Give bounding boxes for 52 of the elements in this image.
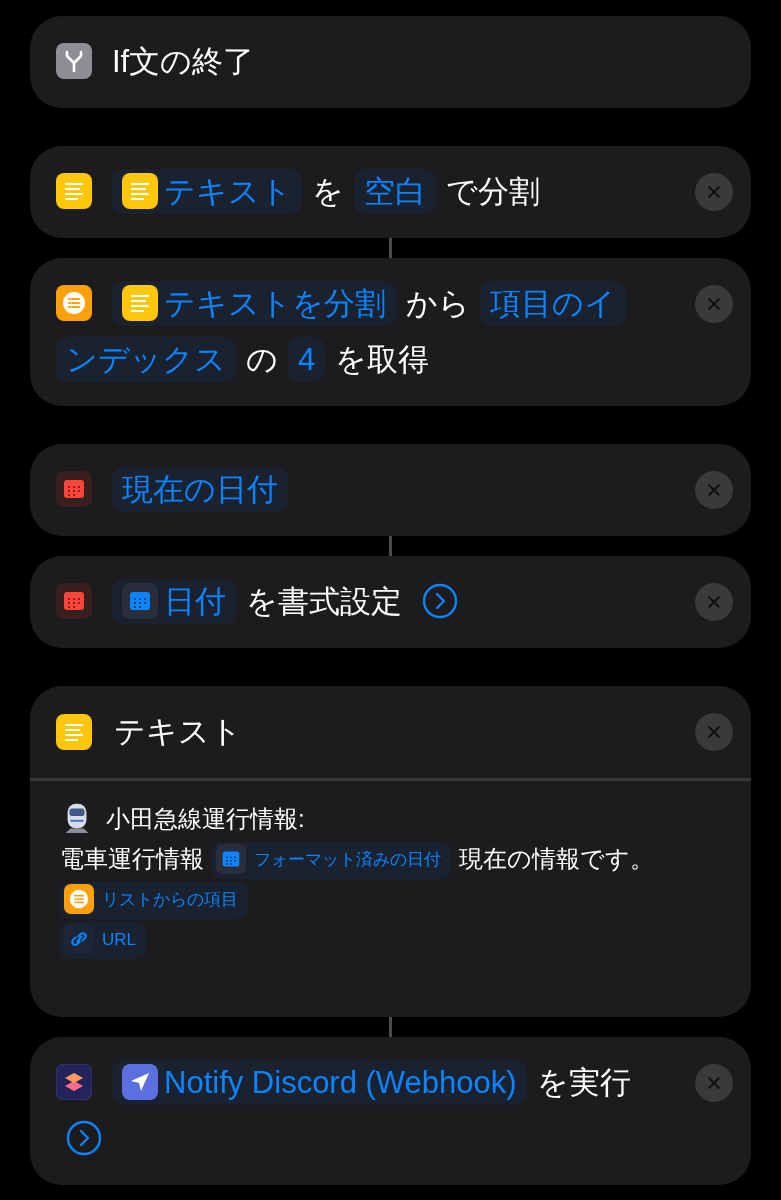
variable-token[interactable]: フォーマット済みの日付	[212, 842, 451, 879]
expand-button[interactable]	[422, 582, 458, 619]
action-text: を実行	[536, 1065, 631, 1100]
remove-button[interactable]	[695, 1064, 733, 1102]
link-icon	[64, 923, 94, 954]
card-title: テキスト	[114, 713, 242, 751]
body-text: 小田急線運行情報:	[106, 805, 305, 832]
paper-plane-icon	[122, 1063, 158, 1100]
calendar-icon	[56, 470, 92, 507]
close-icon	[706, 594, 722, 610]
close-icon	[706, 184, 722, 200]
variable-token[interactable]: 日付	[112, 579, 236, 624]
list-icon	[64, 883, 94, 914]
variable-token[interactable]: 項目のイ	[480, 281, 626, 326]
action-text: から	[406, 286, 470, 321]
variable-token[interactable]: Notify Discord (Webhook)	[112, 1060, 527, 1105]
action-text: を書式設定	[246, 584, 402, 619]
body-text: 電車運行情報	[60, 845, 204, 872]
variable-token[interactable]: ンデックス	[56, 337, 236, 382]
action-text: If文の終了	[112, 44, 255, 79]
branch-icon	[56, 42, 92, 79]
close-icon	[706, 296, 722, 312]
variable-token[interactable]: URL	[60, 922, 146, 959]
calendar-icon	[122, 582, 158, 619]
layers-icon	[56, 1063, 92, 1100]
remove-button[interactable]	[695, 471, 733, 509]
list-icon	[56, 284, 92, 321]
notes-icon	[122, 172, 158, 209]
remove-button[interactable]	[695, 173, 733, 211]
calendar-icon	[56, 582, 92, 619]
expand-button[interactable]	[66, 1119, 102, 1156]
variable-token[interactable]: 空白	[354, 169, 436, 214]
variable-token[interactable]: テキストを分割	[112, 281, 396, 326]
remove-button[interactable]	[695, 583, 733, 621]
close-icon	[706, 1075, 722, 1091]
calendar-icon	[216, 843, 246, 874]
notes-icon	[56, 714, 92, 750]
variable-token[interactable]: 4	[288, 337, 326, 382]
variable-token[interactable]: リストからの項目	[60, 882, 248, 919]
action-text: の	[246, 342, 278, 377]
action-text: で分割	[446, 174, 540, 209]
body-text: 現在の情報です。	[459, 845, 654, 872]
notes-icon	[56, 172, 92, 209]
variable-token[interactable]: 現在の日付	[112, 467, 288, 512]
remove-button[interactable]	[695, 713, 733, 751]
action-text: を	[312, 174, 344, 209]
variable-token[interactable]: テキスト	[112, 169, 302, 214]
close-icon	[706, 482, 722, 498]
notes-icon	[122, 284, 158, 321]
remove-button[interactable]	[695, 285, 733, 323]
close-icon	[706, 724, 722, 740]
action-text: を取得	[335, 342, 430, 377]
